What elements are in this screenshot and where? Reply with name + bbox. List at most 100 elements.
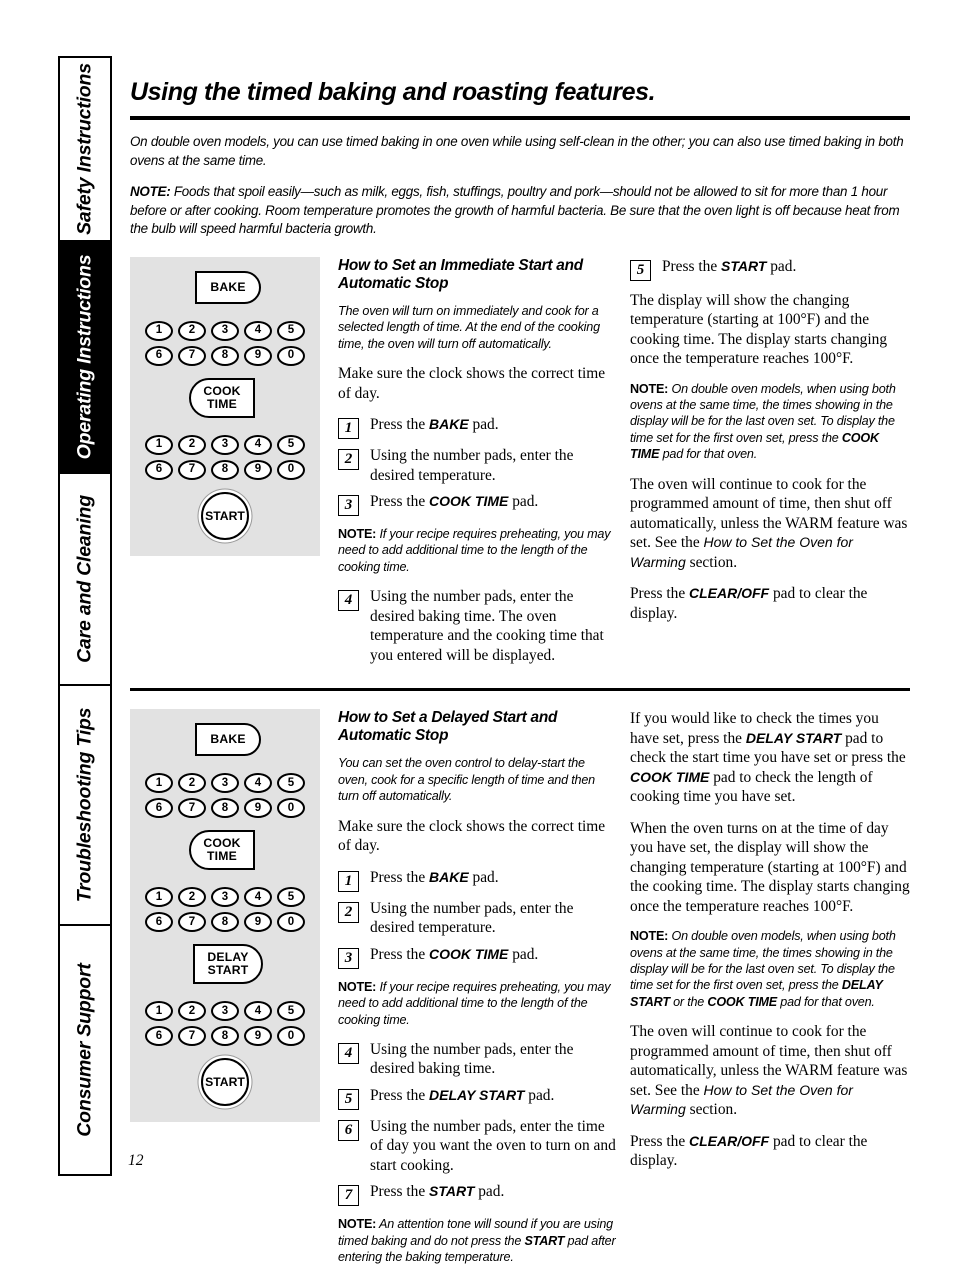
number-key-8[interactable]: 8: [211, 459, 239, 480]
section-heading-immediate-start: How to Set an Immediate Start and Automa…: [338, 256, 583, 292]
note-label: NOTE:: [338, 1217, 377, 1232]
number-key-7[interactable]: 7: [178, 459, 206, 480]
step-text: Press the DELAY START pad.: [370, 1086, 616, 1106]
number-key-0[interactable]: 0: [277, 345, 305, 366]
number-key-5[interactable]: 5: [277, 320, 305, 341]
number-key-5[interactable]: 5: [277, 887, 305, 908]
number-key-9[interactable]: 9: [244, 798, 272, 819]
sidebar-tab-troubleshooting-tips[interactable]: Troubleshooting Tips: [60, 686, 110, 926]
note-label: NOTE:: [630, 929, 669, 944]
number-key-0[interactable]: 0: [277, 912, 305, 933]
number-key-4[interactable]: 4: [244, 434, 272, 455]
number-key-3[interactable]: 3: [211, 773, 239, 794]
display-behavior-paragraph: The display will show the changing tempe…: [630, 291, 888, 368]
number-key-5[interactable]: 5: [277, 1001, 305, 1022]
start-pad[interactable]: START: [201, 1058, 249, 1107]
bake-pad[interactable]: BAKE: [195, 723, 261, 757]
sidebar-tab-care-and-cleaning[interactable]: Care and Cleaning: [60, 474, 110, 686]
sidebar-tab-operating-instructions[interactable]: Operating Instructions: [60, 242, 110, 474]
number-key-3[interactable]: 3: [211, 434, 239, 455]
step-text-pre: Press the: [370, 1086, 429, 1104]
number-key-3[interactable]: 3: [211, 1001, 239, 1022]
pad-reference: BAKE: [429, 416, 469, 432]
pad-reference: CLEAR/OFF: [689, 1132, 770, 1149]
number-key-6[interactable]: 6: [145, 798, 173, 819]
number-key-0[interactable]: 0: [277, 798, 305, 819]
pad-reference: DELAY START: [429, 1086, 525, 1103]
step-text: Press the COOK TIME pad.: [370, 492, 616, 512]
oven-control-panel: BAKE 1 2 3 4 5 6 7 8 9 0 COOK TIME 1 2 3…: [130, 256, 320, 556]
number-key-1[interactable]: 1: [145, 887, 173, 908]
number-row: 6 7 8 9 0: [143, 1026, 308, 1047]
number-key-4[interactable]: 4: [244, 773, 272, 794]
warm-post: section.: [685, 553, 738, 571]
step-item: 3 Press the COOK TIME pad.: [338, 492, 616, 516]
number-key-9[interactable]: 9: [244, 912, 272, 933]
number-key-5[interactable]: 5: [277, 434, 305, 455]
step-number: 4: [338, 590, 359, 612]
note-body-b: pad for that oven.: [777, 994, 875, 1009]
number-key-7[interactable]: 7: [178, 798, 206, 819]
number-key-2[interactable]: 2: [178, 773, 206, 794]
sidebar-tab-label: Consumer Support: [73, 963, 96, 1137]
sidebar-tab-safety-instructions[interactable]: Safety Instructions: [60, 58, 110, 242]
keypad-diagram-delayed: BAKE 1 2 3 4 5 6 7 8 9 0 COOK TIME 1 2 3…: [130, 709, 320, 1277]
number-row: 1 2 3 4 5: [143, 887, 308, 908]
bake-pad[interactable]: BAKE: [195, 270, 261, 304]
number-key-9[interactable]: 9: [244, 1026, 272, 1047]
number-key-4[interactable]: 4: [244, 1001, 272, 1022]
step-number: 3: [338, 495, 359, 516]
step-item: 3 Press the COOK TIME pad.: [338, 945, 616, 969]
number-key-9[interactable]: 9: [244, 345, 272, 366]
cook-time-pad[interactable]: COOK TIME: [189, 830, 255, 871]
pad-reference: BAKE: [429, 868, 469, 885]
number-key-6[interactable]: 6: [145, 912, 173, 933]
cook-time-pad-label-line2: TIME: [207, 396, 237, 411]
number-key-6[interactable]: 6: [145, 1026, 173, 1047]
number-key-2[interactable]: 2: [178, 434, 206, 455]
step-text: Press the BAKE pad.: [370, 868, 616, 888]
number-key-0[interactable]: 0: [277, 1026, 305, 1047]
section-tab-rail: Safety Instructions Operating Instructio…: [58, 56, 112, 1176]
number-key-6[interactable]: 6: [145, 345, 173, 366]
start-pad[interactable]: START: [201, 491, 249, 540]
step-item: 4 Using the number pads, enter the desir…: [338, 1040, 616, 1079]
number-key-5[interactable]: 5: [277, 773, 305, 794]
number-key-4[interactable]: 4: [244, 320, 272, 341]
number-key-8[interactable]: 8: [211, 912, 239, 933]
number-key-2[interactable]: 2: [178, 887, 206, 908]
warm-feature-paragraph: The oven will continue to cook for the p…: [630, 475, 910, 573]
number-key-3[interactable]: 3: [211, 320, 239, 341]
number-key-1[interactable]: 1: [145, 320, 173, 341]
step-item: 2 Using the number pads, enter the desir…: [338, 446, 616, 485]
number-key-8[interactable]: 8: [211, 1026, 239, 1047]
number-key-2[interactable]: 2: [178, 320, 206, 341]
number-key-0[interactable]: 0: [277, 459, 305, 480]
step-text: Using the number pads, enter the desired…: [370, 899, 574, 937]
number-key-8[interactable]: 8: [211, 798, 239, 819]
sidebar-tab-label: Operating Instructions: [73, 254, 96, 460]
step-item: 5 Press the START pad.: [630, 257, 910, 281]
step-text-pre: Press the: [370, 868, 429, 886]
step-text-post: pad.: [474, 1183, 505, 1201]
number-key-6[interactable]: 6: [145, 459, 173, 480]
number-key-8[interactable]: 8: [211, 345, 239, 366]
step-text-pre: Press the: [370, 416, 429, 433]
number-key-9[interactable]: 9: [244, 459, 272, 480]
section-divider: [130, 688, 910, 692]
number-key-1[interactable]: 1: [145, 773, 173, 794]
cook-time-pad[interactable]: COOK TIME: [189, 377, 255, 418]
number-key-7[interactable]: 7: [178, 1026, 206, 1047]
sidebar-tab-consumer-support[interactable]: Consumer Support: [60, 926, 110, 1174]
number-key-1[interactable]: 1: [145, 434, 173, 455]
number-key-1[interactable]: 1: [145, 1001, 173, 1022]
number-key-4[interactable]: 4: [244, 887, 272, 908]
number-key-7[interactable]: 7: [178, 912, 206, 933]
number-key-3[interactable]: 3: [211, 887, 239, 908]
number-key-7[interactable]: 7: [178, 345, 206, 366]
note-body: If your recipe requires preheating, you …: [338, 527, 611, 574]
clear-off-paragraph: Press the CLEAR/OFF pad to clear the dis…: [630, 584, 910, 623]
delay-start-pad[interactable]: DELAY START: [193, 944, 263, 985]
pad-reference: COOK TIME: [429, 493, 509, 509]
number-key-2[interactable]: 2: [178, 1001, 206, 1022]
